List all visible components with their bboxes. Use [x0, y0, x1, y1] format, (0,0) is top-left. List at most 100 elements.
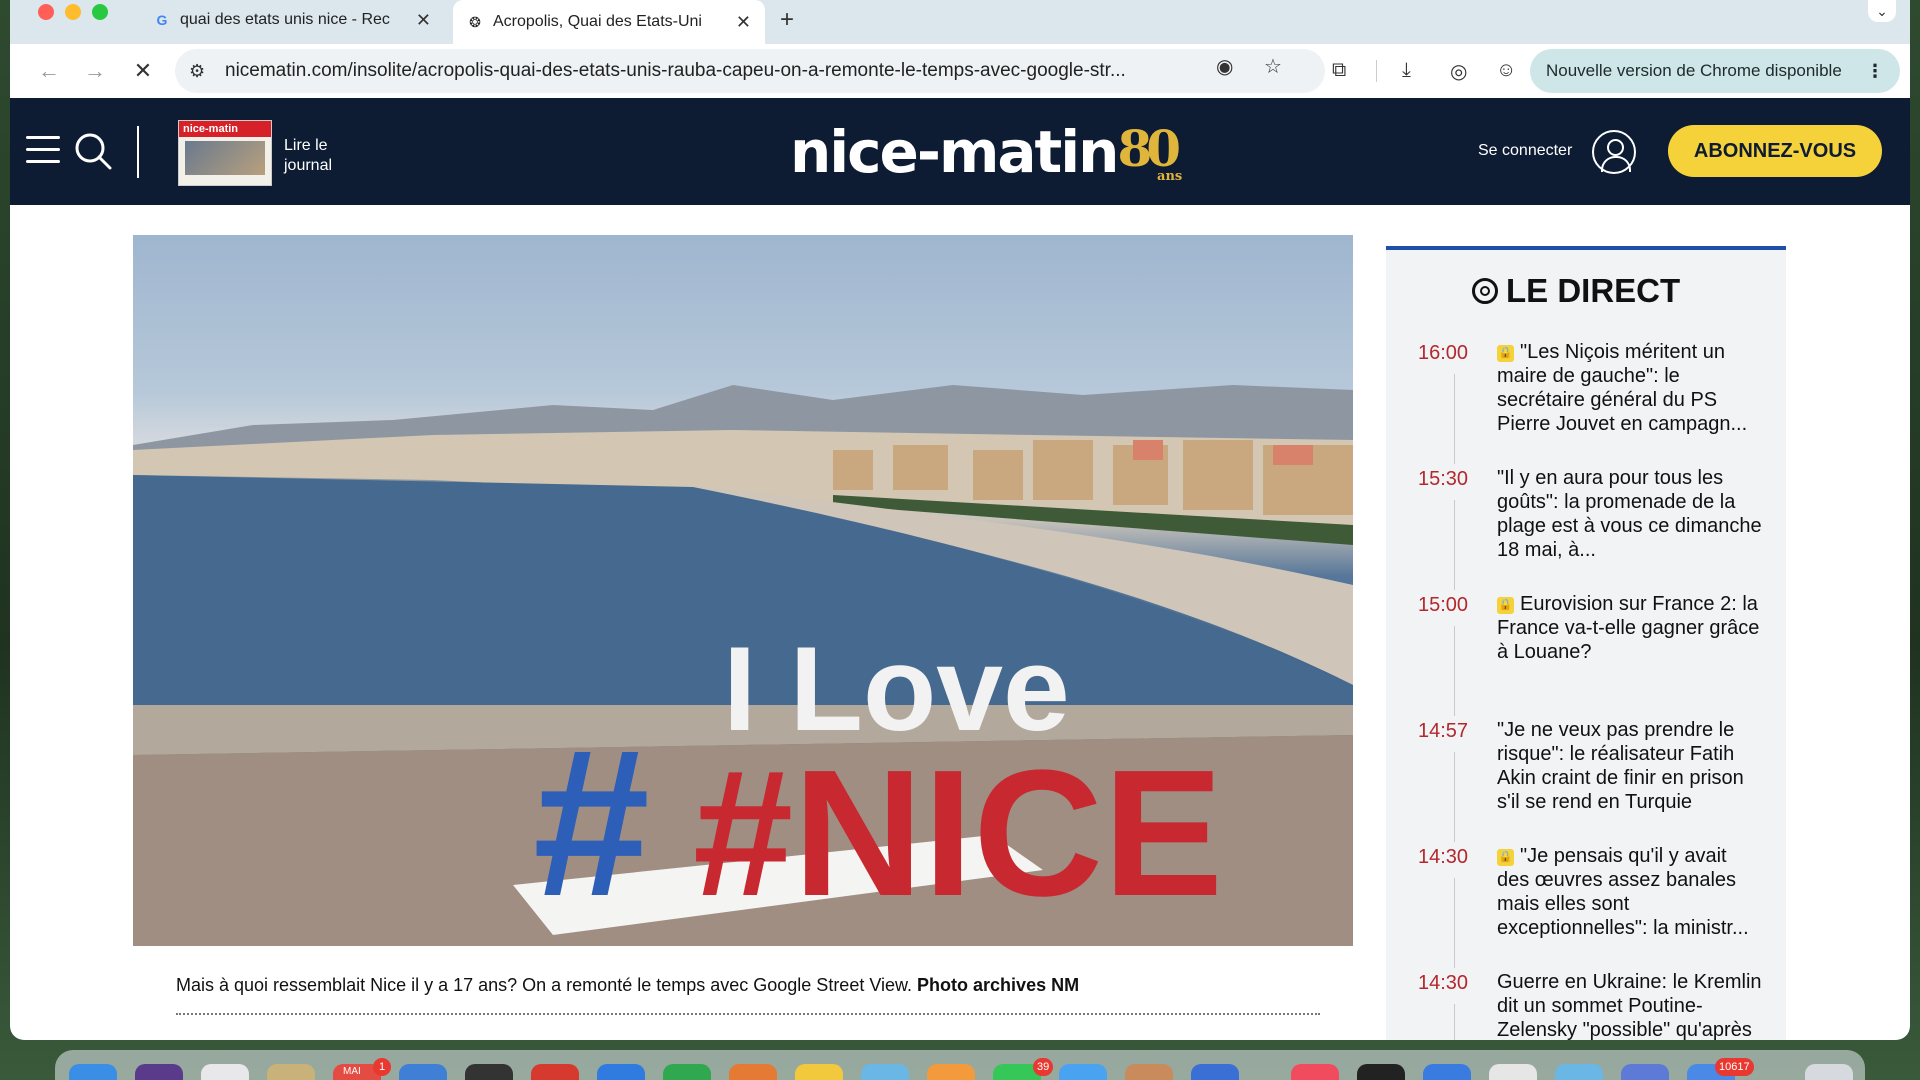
macos-dock: MAI 1 39 10617 [55, 1050, 1865, 1080]
forward-arrow-icon[interactable]: → [80, 56, 110, 86]
site-info-icon[interactable]: ⚙ [189, 61, 215, 82]
live-entry-text[interactable]: "Il y en aura pour tous les goûts": la p… [1497, 467, 1762, 561]
journal-cover-image [185, 141, 265, 175]
timeline-line [1454, 500, 1455, 590]
tab-search-chevron-icon[interactable]: ⌄ [1868, 0, 1896, 22]
timeline-line [1454, 1004, 1455, 1040]
terminal-icon[interactable] [1357, 1064, 1405, 1080]
live-entry-text[interactable]: "Les Niçois méritent un maire de gauche"… [1497, 341, 1747, 435]
nice-bay-illustration: # I Love #NICE [133, 385, 1353, 946]
live-entry-text-wrap: 🔒 "Je pensais qu'il y avait des œuvres as… [1497, 844, 1762, 940]
read-journal-link[interactable]: Lire le journal [284, 136, 354, 176]
stop-loading-icon[interactable]: ✕ [128, 56, 158, 86]
live-entry-time: 16:00 [1418, 342, 1469, 364]
url-text[interactable]: nicematin.com/insolite/acropolis-quai-de… [225, 60, 1185, 82]
tab-title: quai des etats unis nice - Rec [180, 11, 390, 28]
timeline-line [1454, 374, 1455, 464]
performance-icon[interactable]: ◎ [1450, 59, 1467, 84]
new-tab-button[interactable]: + [780, 0, 794, 40]
hamburger-menu-icon[interactable] [26, 136, 60, 164]
numbers-icon[interactable] [663, 1064, 711, 1080]
chrome-update-button[interactable]: Nouvelle version de Chrome disponible ⋮ [1530, 49, 1900, 93]
google-icon: G [156, 12, 168, 28]
live-entry-text-wrap: 🔒 Eurovision sur France 2: la France va-t… [1497, 592, 1762, 664]
bookmark-star-icon[interactable]: ☆ [1264, 54, 1282, 79]
user-account-icon[interactable] [1592, 130, 1636, 174]
chatgpt-icon[interactable] [1489, 1064, 1537, 1080]
app-brown-icon[interactable] [1125, 1064, 1173, 1080]
timeline-line [1454, 752, 1455, 842]
live-entry-time: 14:30 [1418, 846, 1469, 868]
music-icon[interactable] [1291, 1064, 1339, 1080]
live-entry-text[interactable]: "Je ne veux pas prendre le risque": le r… [1497, 719, 1744, 813]
trash-icon[interactable] [1805, 1064, 1853, 1080]
finder-icon[interactable] [69, 1064, 117, 1080]
preview-icon[interactable] [861, 1064, 909, 1080]
extensions-puzzle-icon[interactable]: ⧉ [1332, 59, 1346, 82]
photo-caption: Mais à quoi ressemblait Nice il y a 17 a… [176, 975, 1079, 996]
site-header: nice-matin Lire le journal nice-matin80a… [10, 98, 1910, 205]
siri-icon[interactable] [135, 1064, 183, 1080]
contacts-icon[interactable] [267, 1064, 315, 1080]
launchpad-icon[interactable] [201, 1064, 249, 1080]
read-journal-line1: Lire le [284, 137, 328, 154]
mail-badge: 10617 [1715, 1058, 1754, 1076]
live-target-icon [1472, 278, 1498, 304]
app-red-icon[interactable] [531, 1064, 579, 1080]
tab-nicematin-article[interactable]: ❂ Acropolis, Quai des Etats-Uni ✕ [453, 0, 765, 44]
minimize-window-button[interactable] [65, 4, 81, 20]
back-arrow-icon[interactable]: ← [34, 56, 64, 86]
chrome-icon[interactable] [1191, 1064, 1239, 1080]
browser-window: G quai des etats unis nice - Rec ✕ ❂ Acr… [10, 0, 1910, 1040]
lock-icon: 🔒 [1497, 597, 1514, 614]
address-bar[interactable]: ⚙ nicematin.com/insolite/acropolis-quai-… [175, 49, 1325, 93]
journal-thumb-logo: nice-matin [179, 121, 271, 137]
app-orange-icon[interactable] [729, 1064, 777, 1080]
live-entry-time: 15:00 [1418, 594, 1469, 616]
header-divider [137, 126, 139, 178]
tab-google-search[interactable]: G quai des etats unis nice - Rec ✕ [140, 0, 445, 40]
live-title[interactable]: LE DIRECT [1472, 272, 1680, 310]
live-title-text: LE DIRECT [1506, 272, 1681, 309]
article-hero-photo[interactable]: # I Love #NICE [133, 235, 1353, 946]
safari-icon[interactable] [399, 1064, 447, 1080]
messages-badge: 39 [1033, 1058, 1054, 1076]
eye-off-icon[interactable]: ◉ [1216, 54, 1233, 79]
live-entry-text[interactable]: Eurovision sur France 2: la France va-t-… [1497, 593, 1759, 663]
photos-icon[interactable] [927, 1064, 975, 1080]
live-entry-time: 15:30 [1418, 468, 1469, 490]
more-menu-icon[interactable]: ⋮ [1866, 61, 1884, 82]
search-icon[interactable] [74, 132, 112, 170]
live-entry-text-wrap: 🔒 "Les Niçois méritent un maire de gauche… [1497, 340, 1762, 436]
app-light-blue-icon[interactable] [1555, 1064, 1603, 1080]
close-window-button[interactable] [38, 4, 54, 20]
login-link[interactable]: Se connecter [1478, 142, 1572, 160]
caption-credit: Photo archives NM [917, 975, 1080, 995]
live-entry-text-wrap: "Il y en aura pour tous les goûts": la p… [1497, 466, 1762, 562]
live-entry-text-wrap: "Je ne veux pas prendre le risque": le r… [1497, 718, 1762, 814]
timeline-line [1454, 878, 1455, 968]
caption-text: Mais à quoi ressemblait Nice il y a 17 a… [176, 975, 913, 995]
subscribe-button[interactable]: ABONNEZ-VOUS [1668, 125, 1882, 177]
app-blue-icon[interactable] [597, 1064, 645, 1080]
download-icon[interactable]: ⤓ [1402, 59, 1411, 82]
journal-cover-thumbnail[interactable]: nice-matin [178, 120, 272, 186]
live-entry-text[interactable]: "Je pensais qu'il y avait des œuvres ass… [1497, 845, 1749, 939]
app-store-icon[interactable] [1059, 1064, 1107, 1080]
live-news-panel: LE DIRECT 16:00 🔒 "Les Niçois méritent un… [1386, 246, 1786, 1040]
lock-icon: 🔒 [1497, 345, 1514, 362]
close-tab-icon[interactable]: ✕ [416, 10, 431, 31]
calendar-month: MAI [343, 1066, 361, 1077]
app-window-icon[interactable] [1621, 1064, 1669, 1080]
live-entry-text-wrap: Guerre en Ukraine: le Kremlin dit un som… [1497, 970, 1762, 1040]
app-blue2-icon[interactable] [1423, 1064, 1471, 1080]
notes-icon[interactable] [795, 1064, 843, 1080]
nice-matin-logo[interactable]: nice-matin80ans [790, 118, 1200, 186]
read-journal-line2: journal [284, 157, 333, 174]
lock-icon: 🔒 [1497, 849, 1514, 866]
profile-avatar-icon[interactable]: ☺ [1496, 59, 1516, 82]
close-tab-icon[interactable]: ✕ [736, 12, 751, 33]
live-entry-text[interactable]: Guerre en Ukraine: le Kremlin dit un som… [1497, 971, 1762, 1040]
terminal-app-icon[interactable] [465, 1064, 513, 1080]
maximize-window-button[interactable] [92, 4, 108, 20]
